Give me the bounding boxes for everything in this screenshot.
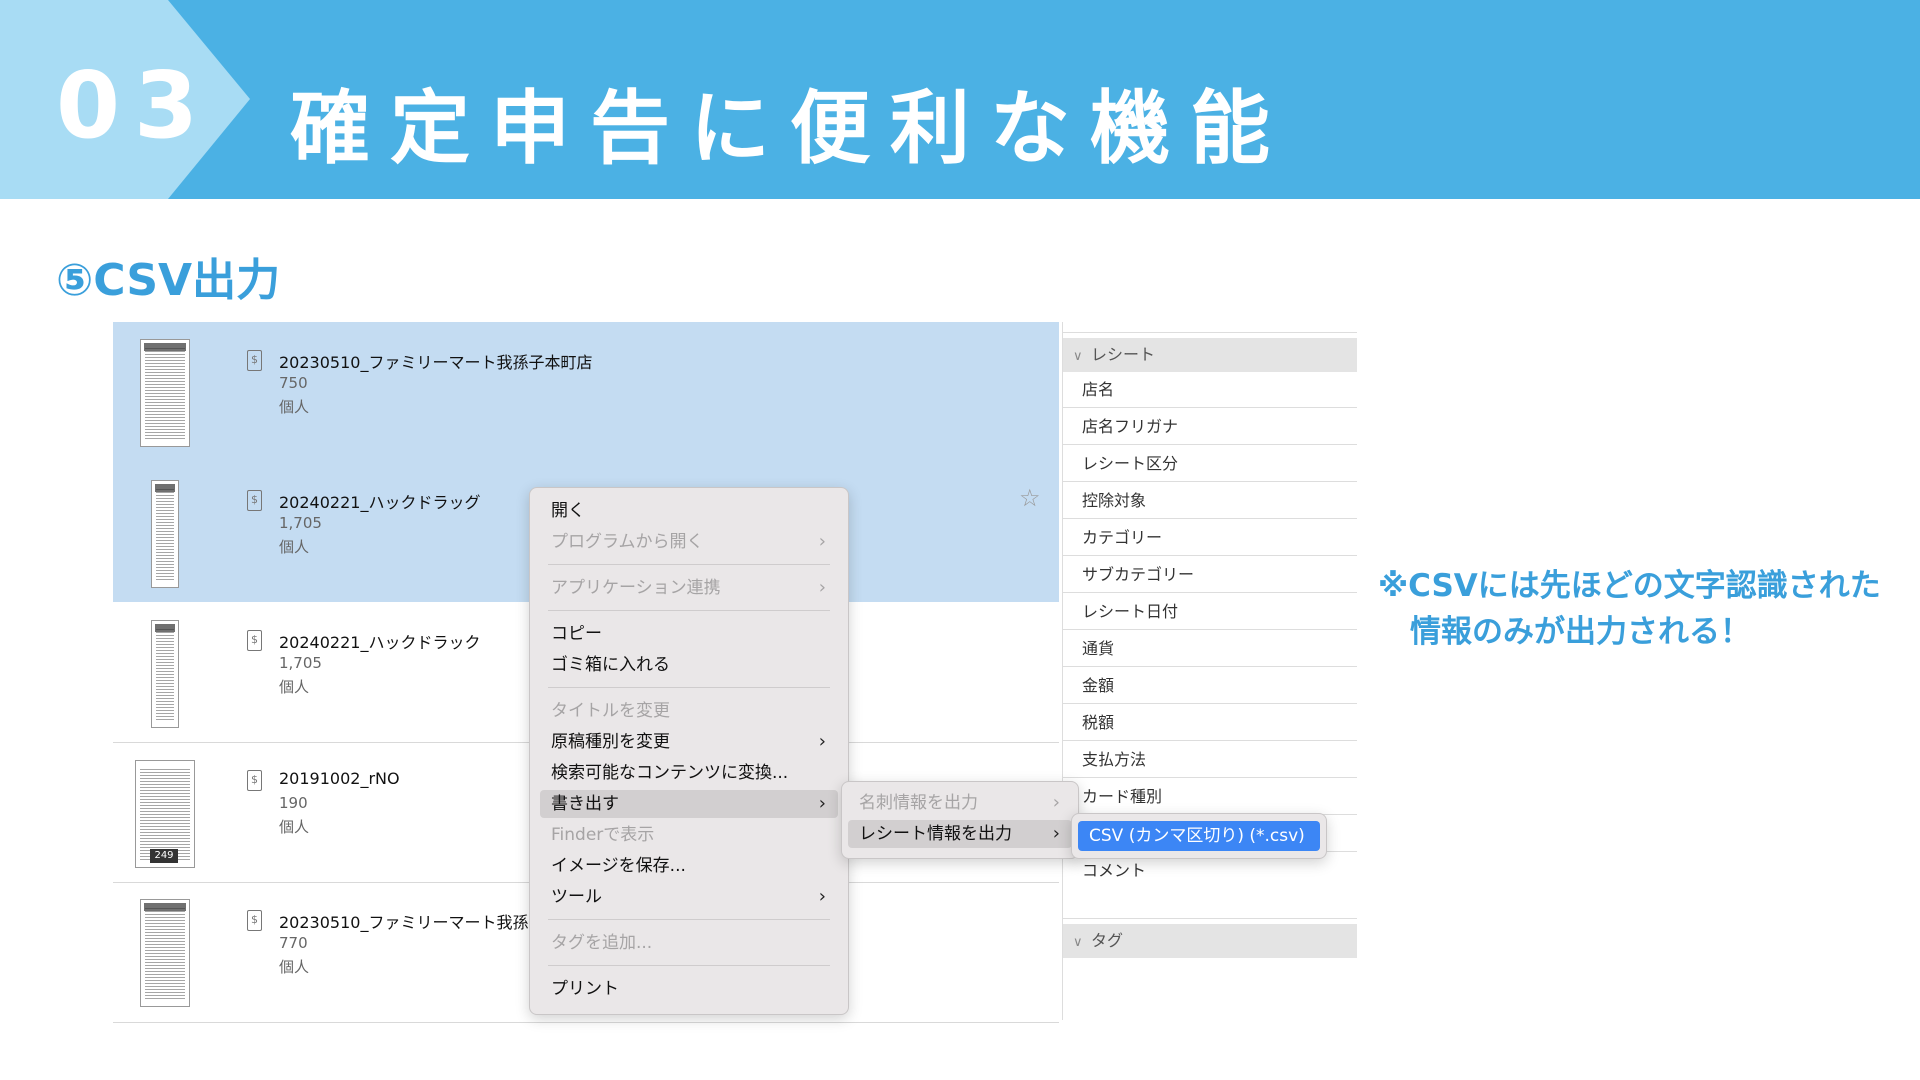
menu-item-convert-searchable[interactable]: 検索可能なコンテンツに変換... xyxy=(540,759,838,787)
page-title: 確定申告に便利な機能 xyxy=(290,82,1290,175)
chevron-right-icon: › xyxy=(818,577,826,598)
csv-submenu: CSV (カンマ区切り) (*.csv) xyxy=(1071,813,1327,859)
chevron-right-icon: › xyxy=(818,886,826,907)
document-owner: 個人 xyxy=(279,958,310,976)
receipt-icon: $ xyxy=(247,770,262,791)
properties-pane: ∨ レシート 店名 店名フリガナ レシート区分 控除対象 カテゴリー サブカテゴリ… xyxy=(1062,322,1357,1020)
document-owner: 個人 xyxy=(279,678,310,696)
document-owner: 個人 xyxy=(279,818,310,836)
menu-item-csv[interactable]: CSV (カンマ区切り) (*.csv) xyxy=(1078,821,1320,851)
menu-item-save-image[interactable]: イメージを保存... xyxy=(540,852,838,880)
document-amount: 1,705 xyxy=(279,654,322,672)
field-deduction[interactable]: 控除対象 xyxy=(1063,483,1357,519)
field-currency[interactable]: 通貨 xyxy=(1063,631,1357,667)
menu-item-export[interactable]: 書き出す › xyxy=(540,790,838,818)
document-owner: 個人 xyxy=(279,538,310,556)
chevron-right-icon: › xyxy=(818,531,826,552)
list-item[interactable]: $ 20230510_ファミリーマート我孫子本町店 750 個人 xyxy=(113,322,1059,462)
menu-item-export-receipt[interactable]: レシート情報を出力 › xyxy=(848,820,1072,848)
field-card-type[interactable]: カード種別 xyxy=(1063,779,1357,815)
section-title: ⑤CSV出力 xyxy=(56,255,281,306)
menu-item-tools[interactable]: ツール › xyxy=(540,883,838,911)
chevron-right-icon: › xyxy=(818,793,826,814)
menu-item-app-integration[interactable]: アプリケーション連携 › xyxy=(540,574,838,602)
menu-item-change-type[interactable]: 原稿種別を変更 › xyxy=(540,728,838,756)
receipt-thumbnail xyxy=(140,899,190,1007)
receipt-icon: $ xyxy=(247,630,262,651)
context-menu: 開く プログラムから開く › アプリケーション連携 › コピー ゴミ箱に入れる タイ… xyxy=(529,487,849,1015)
menu-item-open-with[interactable]: プログラムから開く › xyxy=(540,528,838,556)
menu-item-copy[interactable]: コピー xyxy=(540,620,838,648)
document-title: 20191002_rNO xyxy=(279,769,400,788)
chevron-right-icon: › xyxy=(1052,823,1060,844)
note-line-1: ※CSVには先ほどの文字認識された xyxy=(1378,568,1881,604)
field-amount[interactable]: 金額 xyxy=(1063,668,1357,704)
menu-item-print[interactable]: プリント xyxy=(540,975,838,1003)
document-title: 20230510_ファミリーマート我孫子 xyxy=(279,913,545,932)
menu-item-rename[interactable]: タイトルを変更 xyxy=(540,697,838,725)
receipt-icon: $ xyxy=(247,490,262,511)
menu-item-open[interactable]: 開く xyxy=(540,497,838,525)
tag-section-header[interactable]: ∨ タグ xyxy=(1063,924,1357,958)
export-submenu: 名刺情報を出力 › レシート情報を出力 › xyxy=(841,781,1079,859)
field-subcategory[interactable]: サブカテゴリー xyxy=(1063,557,1357,593)
document-amount: 190 xyxy=(279,794,308,812)
section-number: 03 xyxy=(56,52,213,159)
field-tax[interactable]: 税額 xyxy=(1063,705,1357,741)
document-title: 20240221_ハックドラック xyxy=(279,633,481,652)
chevron-right-icon: › xyxy=(818,731,826,752)
receipt-thumbnail: 249 xyxy=(135,760,195,868)
menu-item-show-in-finder[interactable]: Finderで表示 xyxy=(540,821,838,849)
chevron-right-icon: › xyxy=(1052,792,1060,813)
note-line-2: 情報のみが出力される！ xyxy=(1410,614,1751,650)
field-store-name-kana[interactable]: 店名フリガナ xyxy=(1063,409,1357,445)
field-receipt-date[interactable]: レシート日付 xyxy=(1063,594,1357,630)
document-owner: 個人 xyxy=(279,398,310,416)
star-icon[interactable]: ☆ xyxy=(1019,484,1041,512)
chevron-down-icon: ∨ xyxy=(1073,935,1083,950)
document-amount: 770 xyxy=(279,934,308,952)
header-banner: 03 確定申告に便利な機能 xyxy=(0,0,1920,199)
menu-item-trash[interactable]: ゴミ箱に入れる xyxy=(540,651,838,679)
document-title: 20230510_ファミリーマート我孫子本町店 xyxy=(279,353,593,372)
menu-item-export-business-card[interactable]: 名刺情報を出力 › xyxy=(848,789,1072,817)
field-payment-method[interactable]: 支払方法 xyxy=(1063,742,1357,778)
document-amount: 750 xyxy=(279,374,308,392)
field-category[interactable]: カテゴリー xyxy=(1063,520,1357,556)
menu-item-add-tag[interactable]: タグを追加... xyxy=(540,929,838,957)
receipt-thumbnail xyxy=(151,480,179,588)
field-receipt-type[interactable]: レシート区分 xyxy=(1063,446,1357,482)
receipt-thumbnail xyxy=(151,620,179,728)
document-amount: 1,705 xyxy=(279,514,322,532)
receipt-thumbnail xyxy=(140,339,190,447)
receipt-icon: $ xyxy=(247,910,262,931)
receipt-icon: $ xyxy=(247,350,262,371)
note-text: ※CSVには先ほどの文字認識された 情報のみが出力される！ xyxy=(1378,563,1881,655)
receipt-section-header[interactable]: ∨ レシート xyxy=(1063,338,1357,372)
document-title: 20240221_ハックドラッグ xyxy=(279,493,481,512)
chevron-down-icon: ∨ xyxy=(1073,349,1083,364)
field-store-name[interactable]: 店名 xyxy=(1063,372,1357,408)
